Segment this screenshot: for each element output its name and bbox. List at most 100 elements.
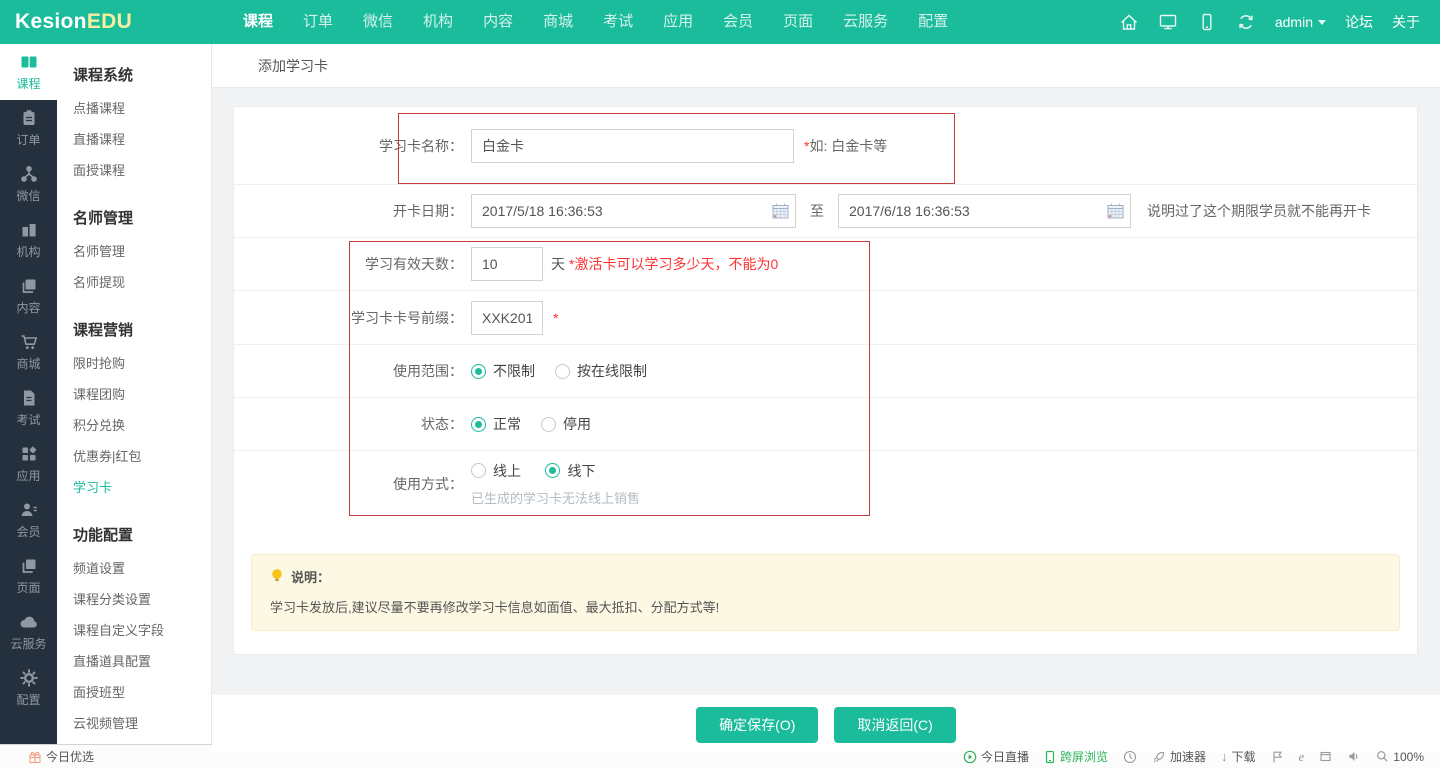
- status-radio-disabled[interactable]: 停用: [541, 414, 591, 434]
- calendar-icon[interactable]: [1107, 203, 1124, 224]
- submenu-sidebar: 课程系统 点播课程 直播课程 面授课程 名师管理 名师管理 名师提现 课程营销 …: [57, 44, 212, 744]
- sidebar-item-config[interactable]: 配置: [0, 660, 57, 716]
- scope-radio-unlimited[interactable]: 不限制: [471, 361, 535, 381]
- topnav-item-wechat[interactable]: 微信: [348, 0, 408, 44]
- cancel-button[interactable]: 取消返回(C): [834, 707, 955, 743]
- desktop-icon[interactable]: [1158, 12, 1178, 32]
- radio-unselected-icon: [555, 364, 570, 379]
- submenu-item[interactable]: 面授课程: [73, 154, 211, 185]
- date-from-input[interactable]: [471, 194, 796, 228]
- card-name-input[interactable]: [471, 129, 794, 163]
- submenu-item[interactable]: 优惠券|红包: [73, 440, 211, 471]
- sidebar-item-label: 机构: [16, 243, 40, 260]
- date-separator: 至: [810, 201, 824, 221]
- sidebar-item-page[interactable]: 页面: [0, 548, 57, 604]
- cloud-icon: [18, 612, 40, 632]
- mobile-icon[interactable]: [1197, 12, 1217, 32]
- sidebar-item-label: 会员: [16, 523, 40, 540]
- ie-compat-icon[interactable]: e: [1299, 750, 1305, 763]
- play-circle-icon: [963, 750, 977, 764]
- form-row-open-date: 开卡日期： 至 说明过了这个期限学员就不能再开卡: [234, 185, 1417, 238]
- forum-link[interactable]: 论坛: [1345, 12, 1373, 32]
- live-today-link[interactable]: 今日直播: [963, 748, 1029, 765]
- topnav-item-content[interactable]: 内容: [468, 0, 528, 44]
- download-link[interactable]: ↓ 下载: [1221, 748, 1256, 765]
- sidebar-item-order[interactable]: 订单: [0, 100, 57, 156]
- topnav-item-mall[interactable]: 商城: [528, 0, 588, 44]
- submenu-item[interactable]: 频道设置: [73, 552, 211, 583]
- calendar-icon[interactable]: [772, 203, 789, 224]
- topnav-item-app[interactable]: 应用: [648, 0, 708, 44]
- sidebar-item-wechat[interactable]: 微信: [0, 156, 57, 212]
- save-button[interactable]: 确定保存(O): [696, 707, 818, 743]
- submenu-item[interactable]: 直播道具配置: [73, 645, 211, 676]
- radio-unselected-icon: [541, 417, 556, 432]
- submenu-section-title: 课程系统: [73, 64, 211, 85]
- submenu-item[interactable]: 云视频管理: [73, 707, 211, 738]
- submenu-section-title: 课程营销: [73, 319, 211, 340]
- submenu-item[interactable]: 面授班型: [73, 676, 211, 707]
- building-icon: [19, 220, 39, 240]
- brand-logo[interactable]: KesionEDU: [0, 10, 212, 34]
- sidebar-item-exam[interactable]: 考试: [0, 380, 57, 436]
- gift-icon: [28, 750, 42, 764]
- sidebar-item-app[interactable]: 应用: [0, 436, 57, 492]
- submenu-section-title: 名师管理: [73, 207, 211, 228]
- topnav-item-page[interactable]: 页面: [768, 0, 828, 44]
- topnav-item-member[interactable]: 会员: [708, 0, 768, 44]
- submenu-item-study-card[interactable]: 学习卡: [73, 471, 211, 502]
- body-area: 课程 订单 微信 机构 内容 商城: [0, 44, 1440, 744]
- submenu-item[interactable]: 名师提现: [73, 266, 211, 297]
- date-to-input[interactable]: [838, 194, 1131, 228]
- valid-days-input[interactable]: [471, 247, 543, 281]
- submenu-item[interactable]: 积分兑换: [73, 409, 211, 440]
- submenu-item[interactable]: 点播课程: [73, 92, 211, 123]
- submenu-item[interactable]: 名师管理: [73, 235, 211, 266]
- submenu-item[interactable]: 限时抢购: [73, 347, 211, 378]
- submenu-item[interactable]: 课程团购: [73, 378, 211, 409]
- sidebar-item-org[interactable]: 机构: [0, 212, 57, 268]
- topnav-item-org[interactable]: 机构: [408, 0, 468, 44]
- submenu-item[interactable]: 课程分类设置: [73, 583, 211, 614]
- status-radio-normal[interactable]: 正常: [471, 414, 521, 434]
- valid-days-unit: 天: [551, 254, 565, 274]
- mode-radio-online[interactable]: 线上: [471, 461, 521, 481]
- topnav-item-order[interactable]: 订单: [288, 0, 348, 44]
- sidebar-item-course[interactable]: 课程: [0, 44, 57, 100]
- valid-days-hint: *激活卡可以学习多少天，不能为0: [569, 254, 778, 274]
- page-title: 添加学习卡: [258, 56, 328, 76]
- history-clock-icon[interactable]: [1123, 750, 1137, 764]
- zoom-control[interactable]: 100%: [1376, 750, 1424, 764]
- daily-picks-link[interactable]: 今日优选: [28, 748, 94, 765]
- form-row-valid-days: 学习有效天数： 天 *激活卡可以学习多少天，不能为0: [234, 238, 1417, 291]
- main-area: 添加学习卡 学习卡名称： *如: 白金卡等 开卡日期：: [212, 44, 1440, 744]
- cross-screen-link[interactable]: 跨屏浏览: [1044, 748, 1108, 765]
- admin-menu[interactable]: admin: [1275, 14, 1326, 30]
- main-nav: 课程 订单 微信 机构 内容 商城 考试 应用 会员 页面 云服务 配置: [228, 0, 963, 44]
- topnav-item-course[interactable]: 课程: [228, 0, 288, 44]
- radio-unselected-icon: [471, 463, 486, 478]
- radio-selected-icon: [545, 463, 560, 478]
- refresh-icon[interactable]: [1236, 12, 1256, 32]
- speaker-icon[interactable]: [1347, 750, 1361, 763]
- bulb-icon: [270, 568, 284, 586]
- window-mode-icon[interactable]: [1319, 750, 1332, 763]
- flag-icon[interactable]: [1271, 750, 1284, 764]
- topnav-item-cloud[interactable]: 云服务: [828, 0, 903, 44]
- accelerator-link[interactable]: 加速器: [1152, 748, 1206, 765]
- card-prefix-input[interactable]: [471, 301, 543, 335]
- topnav-item-exam[interactable]: 考试: [588, 0, 648, 44]
- submenu-item[interactable]: 直播课程: [73, 123, 211, 154]
- form-row-mode: 使用方式： 线上 线下 已生成的学习卡无法线上销售: [234, 451, 1417, 517]
- home-icon[interactable]: [1119, 12, 1139, 32]
- member-icon: [19, 500, 39, 520]
- sidebar-item-cloud[interactable]: 云服务: [0, 604, 57, 660]
- sidebar-item-content[interactable]: 内容: [0, 268, 57, 324]
- about-link[interactable]: 关于: [1392, 12, 1420, 32]
- mode-radio-offline[interactable]: 线下: [545, 461, 595, 481]
- topnav-item-config[interactable]: 配置: [903, 0, 963, 44]
- submenu-item[interactable]: 课程自定义字段: [73, 614, 211, 645]
- sidebar-item-mall[interactable]: 商城: [0, 324, 57, 380]
- scope-radio-online-limit[interactable]: 按在线限制: [555, 361, 647, 381]
- sidebar-item-member[interactable]: 会员: [0, 492, 57, 548]
